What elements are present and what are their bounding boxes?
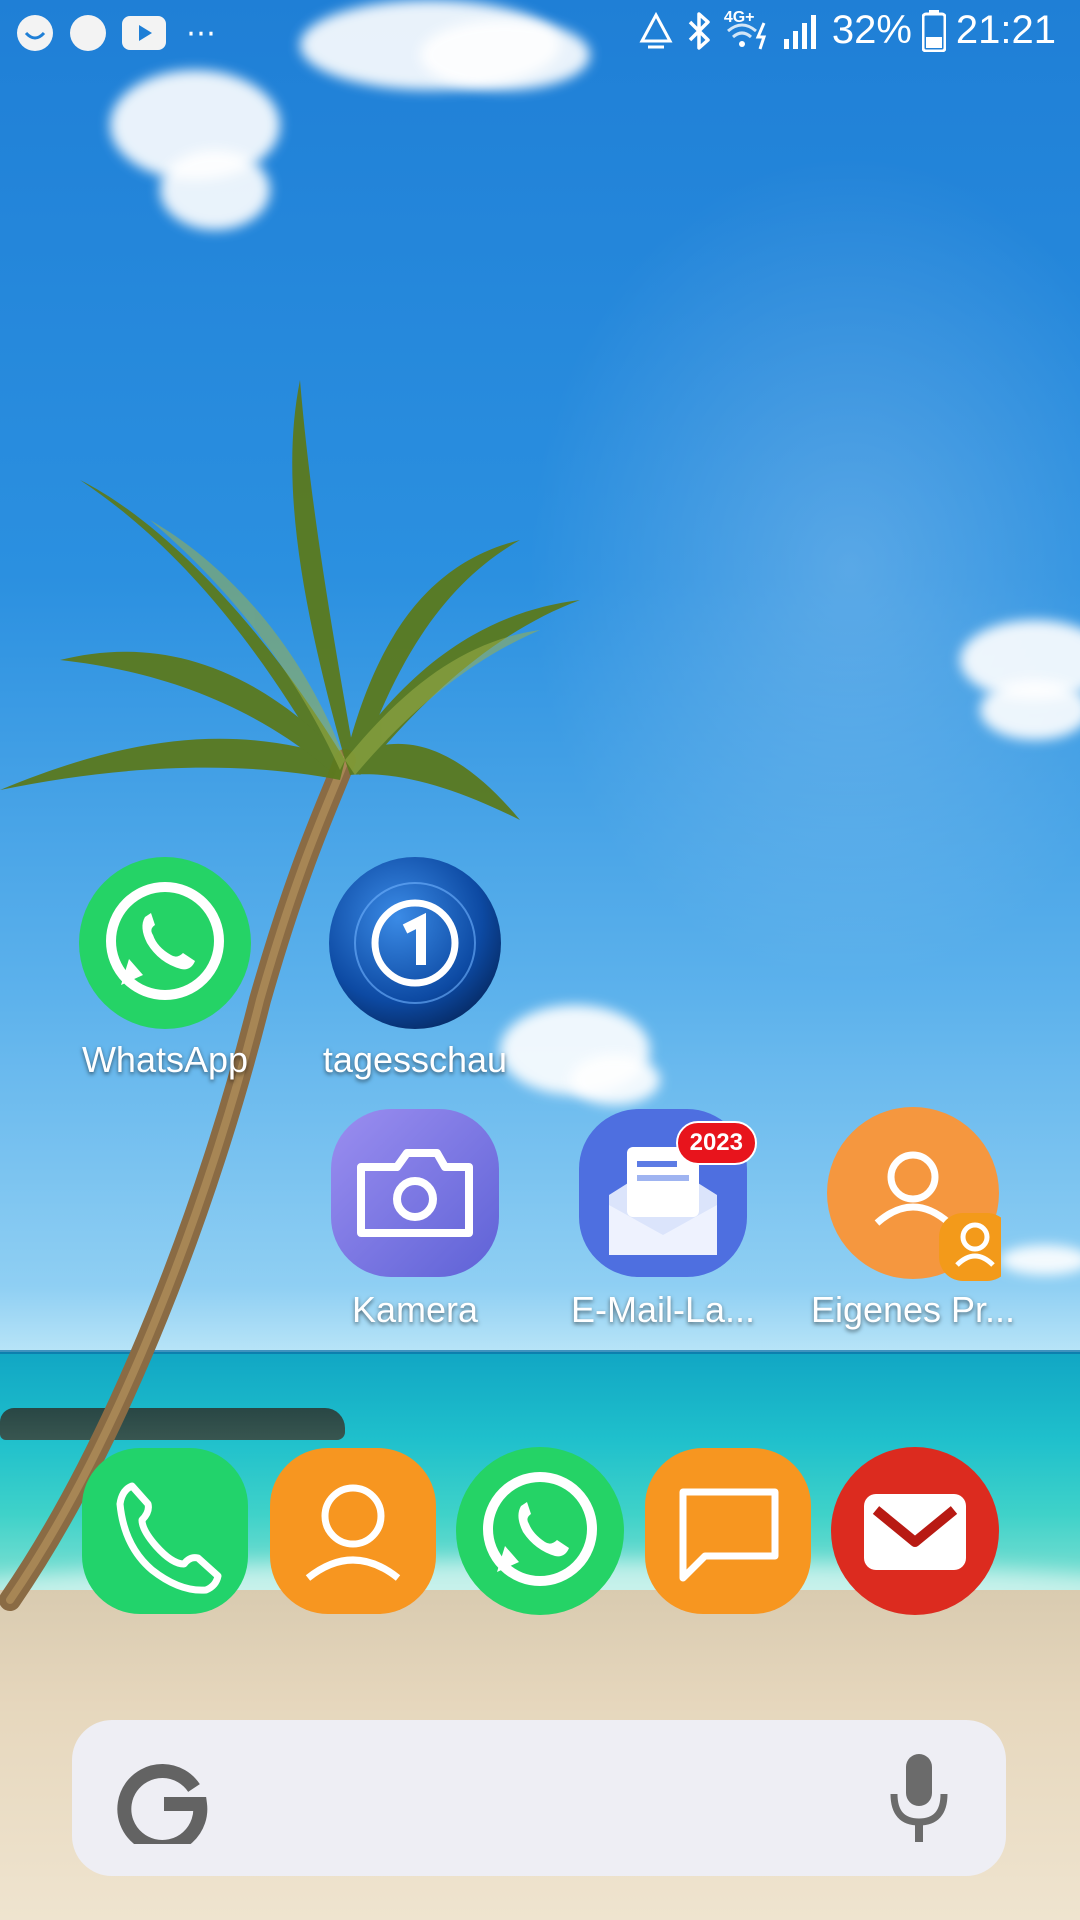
clock: 21:21 bbox=[955, 8, 1056, 52]
battery-icon bbox=[921, 9, 946, 52]
email-icon: 2023 bbox=[575, 1105, 757, 1281]
battery-percent: 32% bbox=[831, 8, 912, 52]
dock-contacts[interactable] bbox=[268, 1446, 438, 1616]
whatsapp-icon bbox=[77, 855, 253, 1031]
phone-icon bbox=[82, 1448, 248, 1614]
tagesschau-icon bbox=[327, 855, 503, 1031]
4g-wifi-icon: 4G+ bbox=[724, 9, 772, 53]
mic-icon[interactable] bbox=[884, 1750, 954, 1850]
more-dots-icon: ⋯ bbox=[186, 16, 219, 50]
status-bar: ⋯ 4G+ 32% 21:21 bbox=[0, 0, 1080, 72]
notification-badge: 2023 bbox=[675, 1121, 757, 1165]
youtube-icon bbox=[122, 16, 166, 50]
app-kamera[interactable]: Kamera bbox=[300, 1105, 530, 1331]
signal-icon bbox=[783, 14, 816, 49]
camera-icon bbox=[327, 1105, 503, 1281]
profile-icon bbox=[825, 1105, 1011, 1281]
dock-messages[interactable] bbox=[643, 1446, 813, 1616]
contacts-icon bbox=[270, 1448, 436, 1614]
app-label: WhatsApp bbox=[81, 1039, 249, 1080]
search-input[interactable] bbox=[232, 1760, 836, 1838]
whatsapp-icon bbox=[456, 1447, 624, 1615]
messages-icon bbox=[645, 1448, 811, 1614]
app-label: E-Mail-La... bbox=[570, 1289, 756, 1330]
google-g-icon bbox=[117, 1764, 208, 1844]
dock-whatsapp[interactable] bbox=[455, 1446, 625, 1616]
google-search-bar[interactable] bbox=[72, 1720, 1006, 1876]
dock-mail[interactable] bbox=[830, 1446, 1000, 1616]
mail-icon bbox=[831, 1447, 999, 1615]
recycle-icon bbox=[639, 11, 673, 48]
app-label: tagesschau bbox=[322, 1039, 508, 1080]
circle-icon bbox=[70, 15, 106, 51]
app-email[interactable]: 2023 E-Mail-La... bbox=[548, 1105, 778, 1331]
bluetooth-icon bbox=[688, 11, 710, 50]
dock-phone[interactable] bbox=[80, 1446, 250, 1616]
app-whatsapp[interactable]: WhatsApp bbox=[50, 855, 280, 1081]
app-tagesschau[interactable]: tagesschau bbox=[300, 855, 530, 1081]
app-own-profile[interactable]: Eigenes Pr... bbox=[798, 1105, 1028, 1331]
app-label: Eigenes Pr... bbox=[810, 1289, 1016, 1330]
emoji-icon bbox=[17, 15, 53, 51]
app-label: Kamera bbox=[351, 1289, 479, 1330]
